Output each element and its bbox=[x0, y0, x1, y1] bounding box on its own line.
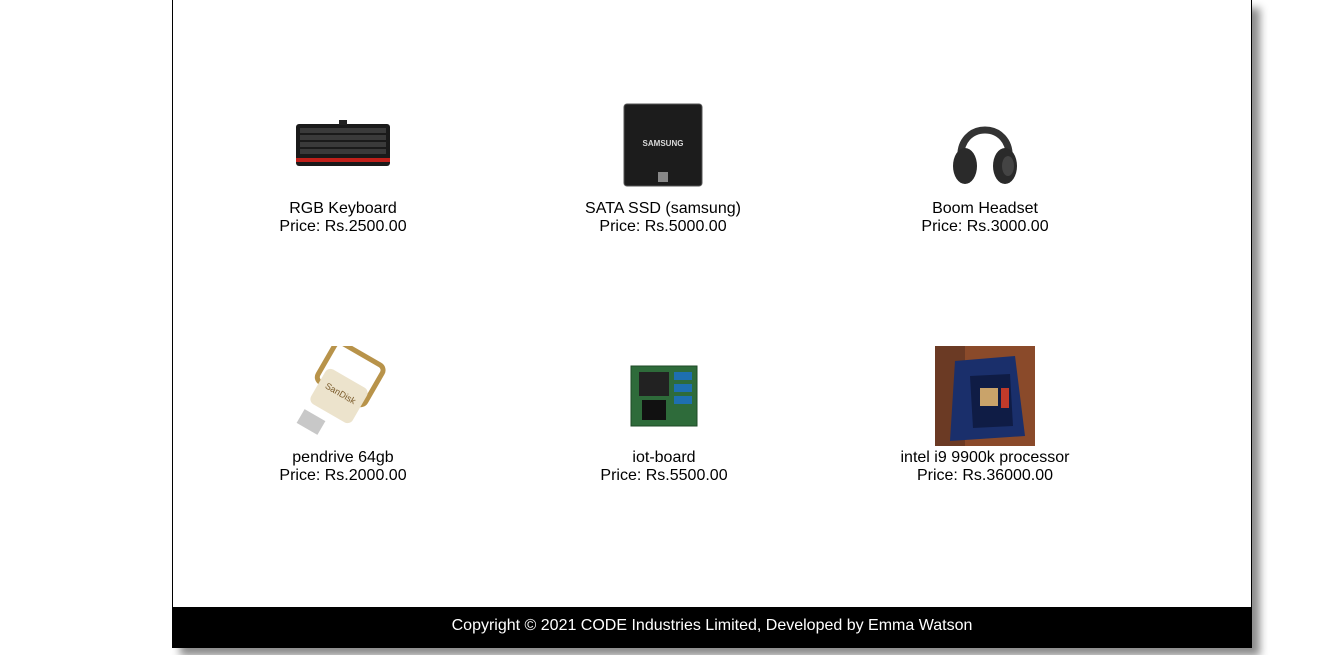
product-price: Price: Rs.5500.00 bbox=[600, 467, 728, 484]
product-name: RGB Keyboard bbox=[289, 200, 397, 217]
product-name: Boom Headset bbox=[932, 200, 1038, 217]
circuit-board-icon[interactable] bbox=[614, 346, 714, 446]
product-card[interactable]: RGB Keyboard Price: Rs.2500.00 bbox=[223, 100, 463, 236]
product-name: pendrive 64gb bbox=[292, 449, 394, 466]
svg-text:SAMSUNG: SAMSUNG bbox=[643, 139, 684, 148]
page-container: RGB Keyboard Price: Rs.2500.00 SAMSUNG S… bbox=[172, 0, 1252, 648]
product-card[interactable]: iot-board Price: Rs.5500.00 bbox=[544, 346, 784, 485]
product-price: Price: Rs.36000.00 bbox=[916, 467, 1054, 484]
product-card[interactable]: Boom Headset Price: Rs.3000.00 bbox=[865, 100, 1105, 236]
product-price: Price: Rs.5000.00 bbox=[599, 218, 727, 235]
product-name: SATA SSD (samsung) bbox=[585, 200, 741, 217]
footer: Copyright © 2021 CODE Industries Limited… bbox=[173, 607, 1251, 648]
product-name: iot-board bbox=[632, 449, 696, 466]
product-price: Price: Rs.2500.00 bbox=[279, 218, 407, 235]
keyboard-icon[interactable] bbox=[293, 100, 393, 190]
copyright-text: Copyright © 2021 CODE Industries Limited… bbox=[451, 617, 973, 634]
product-card[interactable]: intel i9 9900k processor Price: Rs.36000… bbox=[865, 346, 1105, 485]
headset-icon[interactable] bbox=[935, 100, 1035, 190]
product-price: Price: Rs.3000.00 bbox=[921, 218, 1049, 235]
product-price: Price: Rs.2000.00 bbox=[279, 467, 407, 484]
product-name: intel i9 9900k processor bbox=[900, 449, 1070, 466]
pendrive-icon[interactable]: SanDisk bbox=[293, 340, 393, 446]
product-card[interactable]: SAMSUNG SATA SSD (samsung) Price: Rs.500… bbox=[543, 100, 783, 236]
ssd-icon[interactable]: SAMSUNG bbox=[613, 100, 713, 190]
product-card[interactable]: SanDisk pendrive 64gb Price: Rs.2000.00 bbox=[223, 340, 463, 485]
processor-box-icon[interactable] bbox=[935, 346, 1035, 446]
